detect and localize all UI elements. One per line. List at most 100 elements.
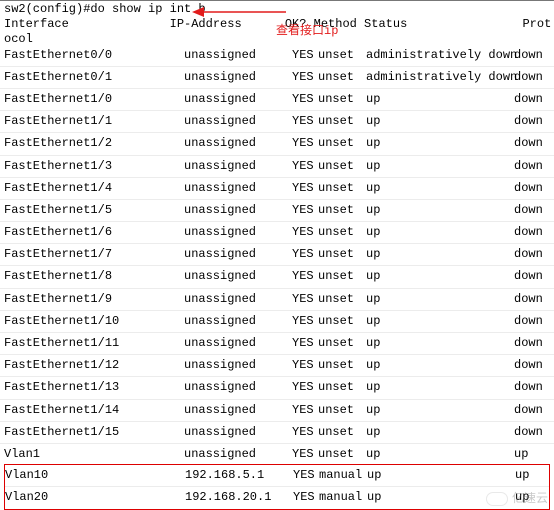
table-row: FastEthernet1/0unassignedYESunsetupdown [0, 88, 554, 110]
col-ok: YES [293, 469, 319, 482]
col-interface: FastEthernet1/15 [4, 426, 184, 439]
highlight-box: Vlan10192.168.5.1YESmanualupupVlan20192.… [4, 464, 550, 509]
terminal-window[interactable]: sw2(config)#do show ip int b Interface I… [0, 0, 554, 510]
col-status: administratively down [366, 49, 514, 62]
col-ip-address: unassigned [184, 115, 292, 128]
col-method: unset [318, 137, 366, 150]
col-interface: FastEthernet1/1 [4, 115, 184, 128]
col-ok: YES [292, 404, 318, 417]
col-interface: FastEthernet1/2 [4, 137, 184, 150]
col-ok: YES [292, 160, 318, 173]
col-status: up [366, 337, 514, 350]
col-ip-address: 192.168.20.1 [185, 491, 293, 504]
col-ip-address: unassigned [184, 49, 292, 62]
col-ip-address: unassigned [184, 93, 292, 106]
col-interface: FastEthernet1/8 [4, 270, 184, 283]
col-interface: FastEthernet1/10 [4, 315, 184, 328]
col-ip-address: unassigned [184, 426, 292, 439]
col-interface: FastEthernet1/4 [4, 182, 184, 195]
col-interface: FastEthernet0/1 [4, 71, 184, 84]
col-ip-address: unassigned [184, 248, 292, 261]
col-status: administratively down [366, 71, 514, 84]
col-method: manual [319, 469, 367, 482]
col-protocol: down [514, 426, 544, 439]
col-ok: YES [292, 270, 318, 283]
col-ip-address: unassigned [184, 71, 292, 84]
interface-table: FastEthernet0/0unassignedYESunsetadminis… [0, 47, 554, 466]
col-protocol: down [514, 182, 544, 195]
col-status: up [366, 226, 514, 239]
col-status: up [366, 160, 514, 173]
col-method: unset [318, 248, 366, 261]
col-method: unset [318, 71, 366, 84]
col-method: unset [318, 182, 366, 195]
col-method: unset [318, 160, 366, 173]
col-protocol: down [514, 115, 544, 128]
col-status: up [366, 404, 514, 417]
col-ok: YES [292, 381, 318, 394]
table-row: FastEthernet1/3unassignedYESunsetupdown [0, 155, 554, 177]
col-ip-address: unassigned [184, 359, 292, 372]
watermark-text: 亿速云 [512, 492, 548, 505]
table-header-line1: Interface IP-Address OK? Method Status P… [0, 16, 554, 31]
col-method: unset [318, 381, 366, 394]
col-ok: YES [292, 426, 318, 439]
table-row: Vlan10192.168.5.1YESmanualupup [5, 465, 549, 486]
col-protocol: down [514, 315, 544, 328]
table-row: FastEthernet1/8unassignedYESunsetupdown [0, 265, 554, 287]
cloud-icon [486, 492, 508, 506]
table-row: FastEthernet1/5unassignedYESunsetupdown [0, 199, 554, 221]
col-method: unset [318, 93, 366, 106]
col-method: unset [318, 404, 366, 417]
col-interface: FastEthernet1/14 [4, 404, 184, 417]
col-status: up [366, 426, 514, 439]
col-status: up [366, 115, 514, 128]
col-protocol: up [515, 469, 545, 482]
col-interface: FastEthernet1/5 [4, 204, 184, 217]
col-ip-address: unassigned [184, 137, 292, 150]
col-status: up [366, 381, 514, 394]
col-ip-address: 192.168.5.1 [185, 469, 293, 482]
col-interface: FastEthernet1/9 [4, 293, 184, 306]
col-interface: FastEthernet0/0 [4, 49, 184, 62]
col-method: unset [318, 293, 366, 306]
col-ip-address: unassigned [184, 226, 292, 239]
col-method: manual [319, 491, 367, 504]
col-protocol: up [514, 448, 544, 461]
col-ok: YES [292, 93, 318, 106]
col-method: unset [318, 270, 366, 283]
col-status: up [366, 359, 514, 372]
table-row: FastEthernet1/4unassignedYESunsetupdown [0, 177, 554, 199]
col-ok: YES [292, 293, 318, 306]
col-status: up [366, 93, 514, 106]
col-protocol: down [514, 160, 544, 173]
col-ok: YES [293, 491, 319, 504]
table-row: FastEthernet1/10unassignedYESunsetupdown [0, 310, 554, 332]
col-method: unset [318, 359, 366, 372]
col-ip-address: unassigned [184, 315, 292, 328]
col-method: unset [318, 426, 366, 439]
col-ip-address: unassigned [184, 204, 292, 217]
col-ok: YES [292, 248, 318, 261]
col-ok: YES [292, 182, 318, 195]
table-row: FastEthernet0/0unassignedYESunsetadminis… [0, 49, 554, 66]
col-status: up [366, 204, 514, 217]
col-ip-address: unassigned [184, 160, 292, 173]
col-protocol: down [514, 226, 544, 239]
table-row: FastEthernet1/15unassignedYESunsetupdown [0, 421, 554, 443]
col-status: up [366, 293, 514, 306]
col-protocol: down [514, 204, 544, 217]
col-ok: YES [292, 448, 318, 461]
col-ok: YES [292, 226, 318, 239]
col-ok: YES [292, 204, 318, 217]
col-interface: FastEthernet1/0 [4, 93, 184, 106]
col-protocol: down [514, 93, 544, 106]
col-ip-address: unassigned [184, 293, 292, 306]
col-protocol: down [514, 137, 544, 150]
col-ip-address: unassigned [184, 182, 292, 195]
col-method: unset [318, 49, 366, 62]
col-interface: Vlan10 [5, 469, 185, 482]
col-ok: YES [292, 359, 318, 372]
table-row: FastEthernet1/6unassignedYESunsetupdown [0, 221, 554, 243]
col-interface: FastEthernet1/6 [4, 226, 184, 239]
